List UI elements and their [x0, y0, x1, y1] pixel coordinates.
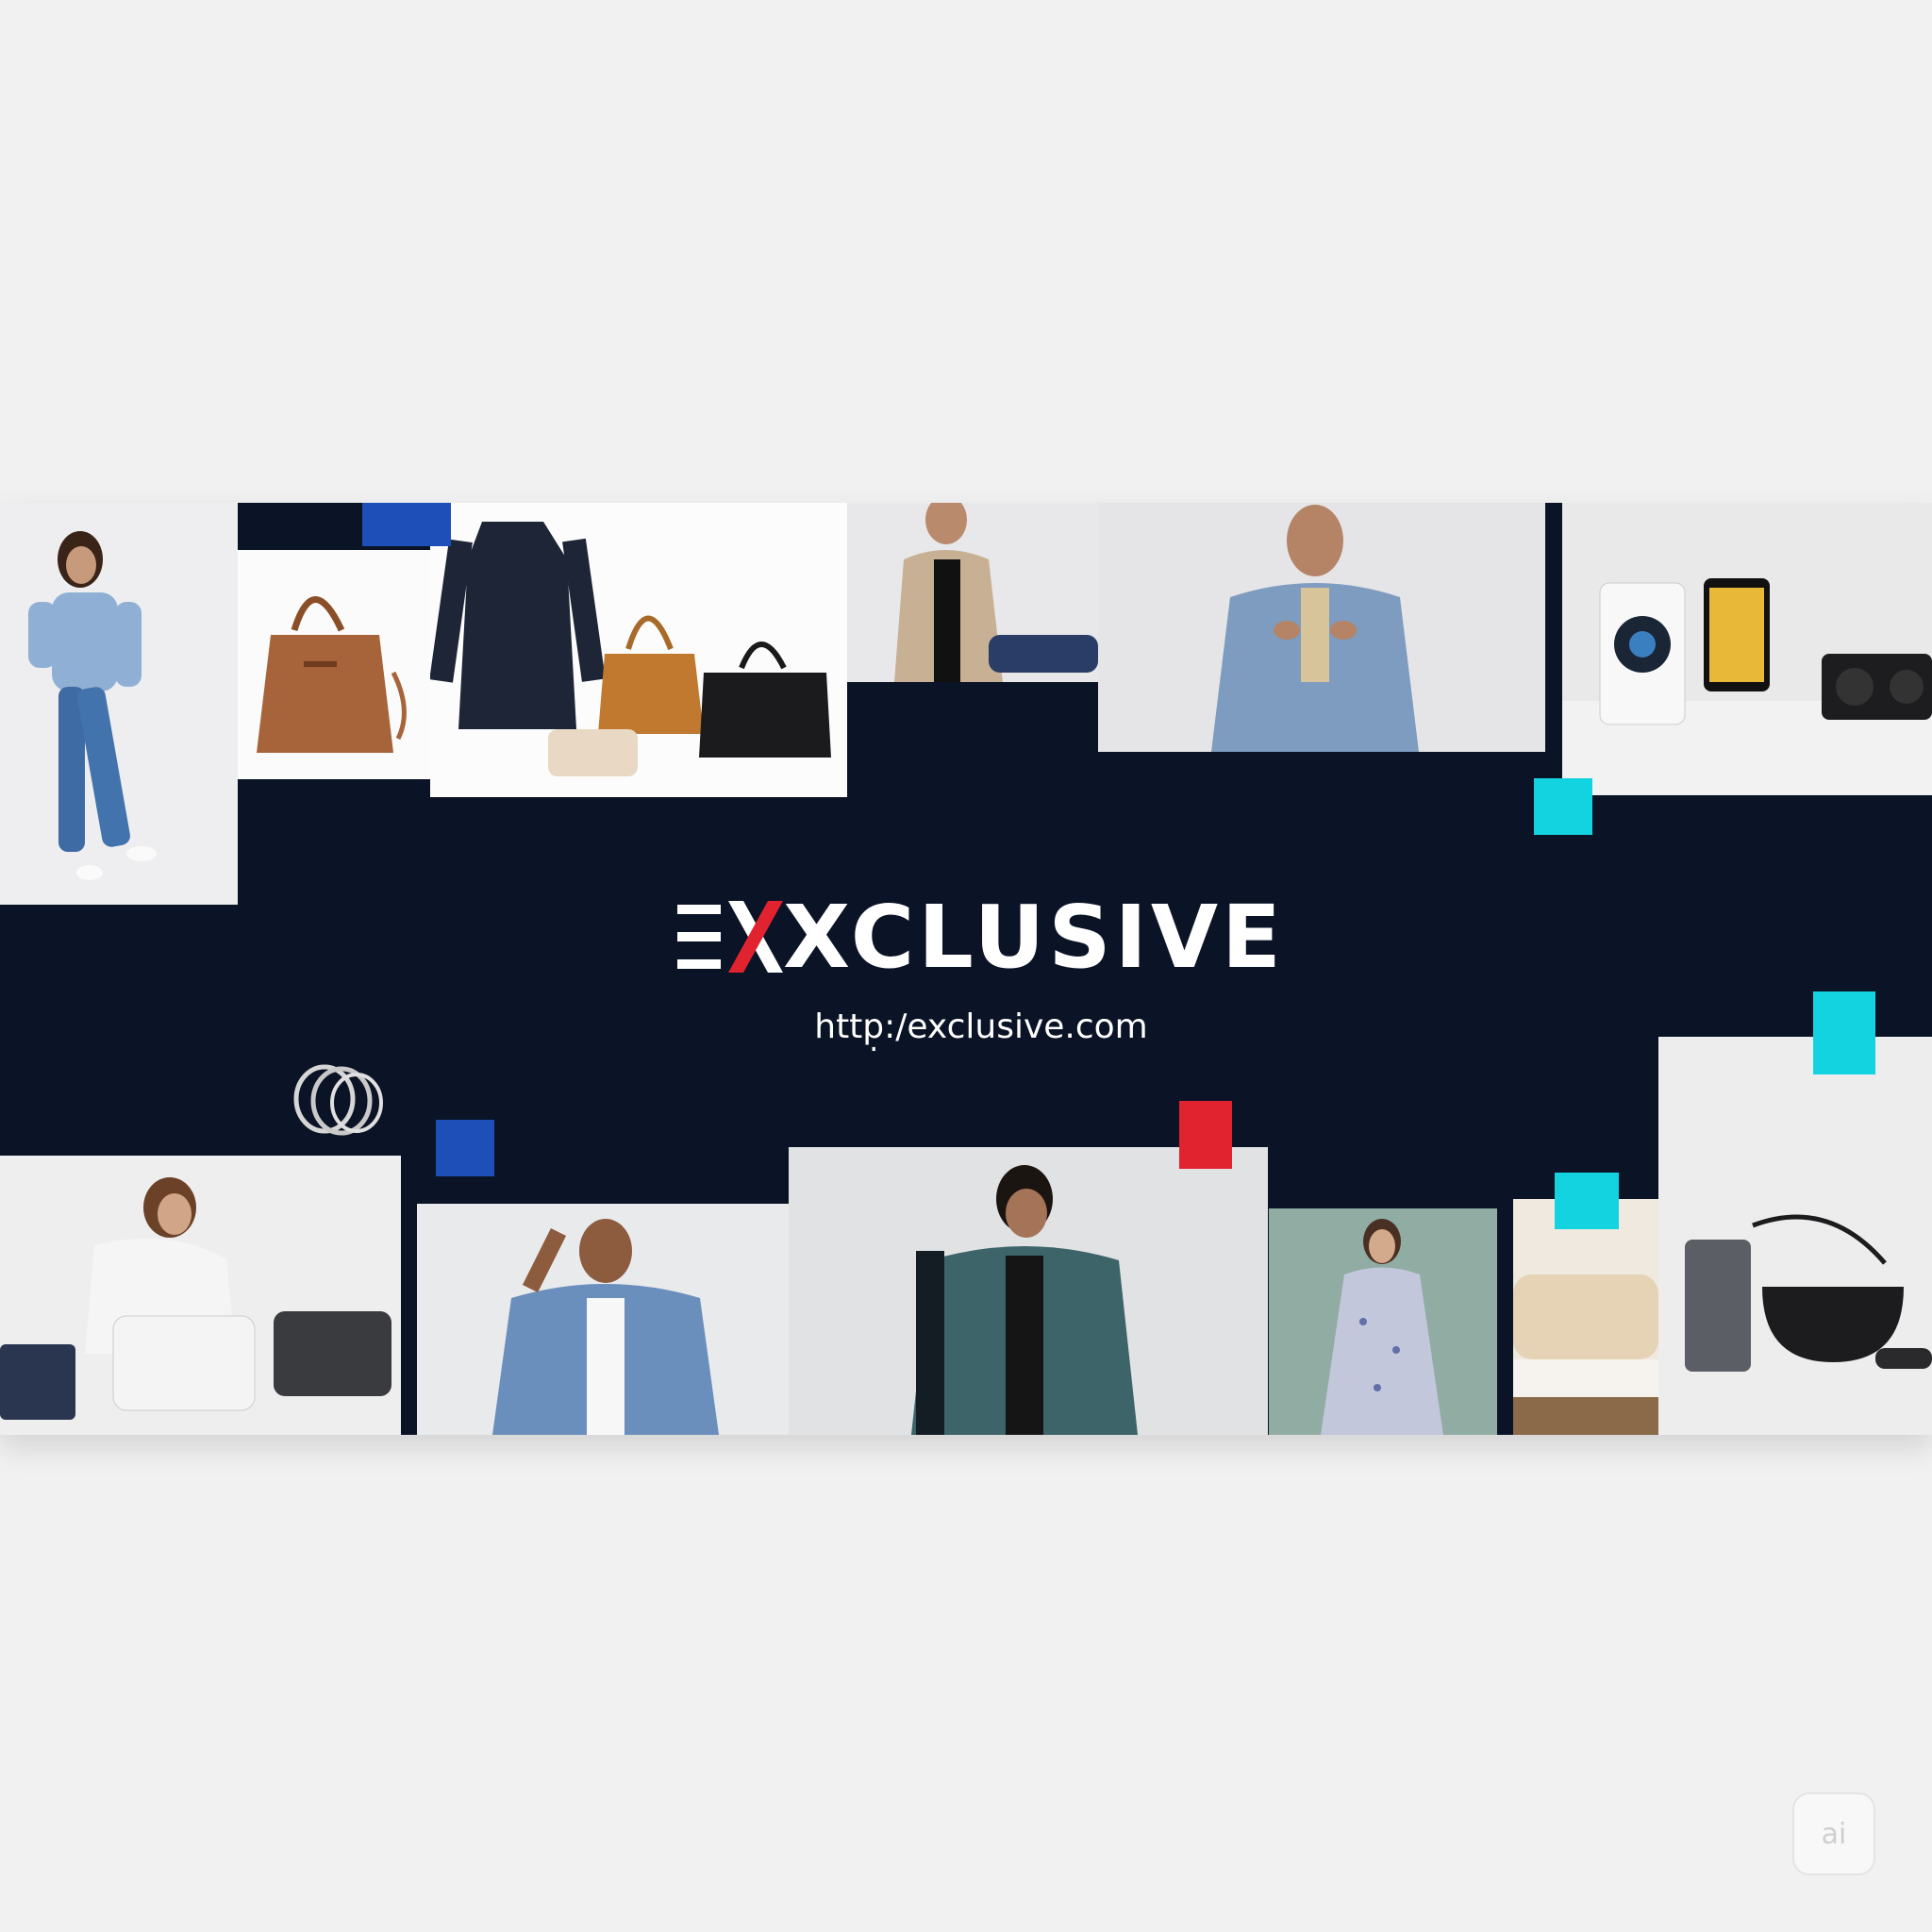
photo-woman-with-bags [0, 1156, 401, 1435]
brand-name: XCLUSIVE [783, 886, 1285, 988]
accent-square-cyan [1555, 1173, 1619, 1229]
accent-square-cyan [1813, 991, 1875, 1074]
photo-electronics [1562, 503, 1932, 795]
website-url[interactable]: http̣:/exclusive.com [604, 1008, 1358, 1055]
accent-square-cyan [1534, 778, 1592, 835]
photo-man-teal-coat [789, 1147, 1268, 1435]
accent-square-red [1179, 1101, 1232, 1169]
photo-man-denim-jacket [1098, 503, 1545, 752]
photo-tote-bag [238, 550, 430, 779]
photo-bedding [1513, 1199, 1658, 1435]
photo-man-denim-posing [417, 1204, 789, 1435]
ai-badge: ai [1792, 1792, 1875, 1875]
photo-kitchen-appliances [1658, 1037, 1932, 1435]
photo-woman-denim [0, 503, 238, 905]
photo-coat-and-handbags [430, 503, 847, 797]
brand-logo[interactable]: XCLUSIVE [623, 885, 1340, 989]
logo-e-x-mark-icon [677, 897, 784, 976]
accent-square-blue [362, 503, 451, 546]
photo-woman-floral-dress [1269, 1208, 1497, 1435]
accent-square-blue [436, 1120, 494, 1176]
rings-icon [293, 1064, 383, 1136]
photo-man-beige-jacket [847, 503, 1098, 682]
hero-banner: XCLUSIVE http̣:/exclusive.com [0, 503, 1932, 1435]
